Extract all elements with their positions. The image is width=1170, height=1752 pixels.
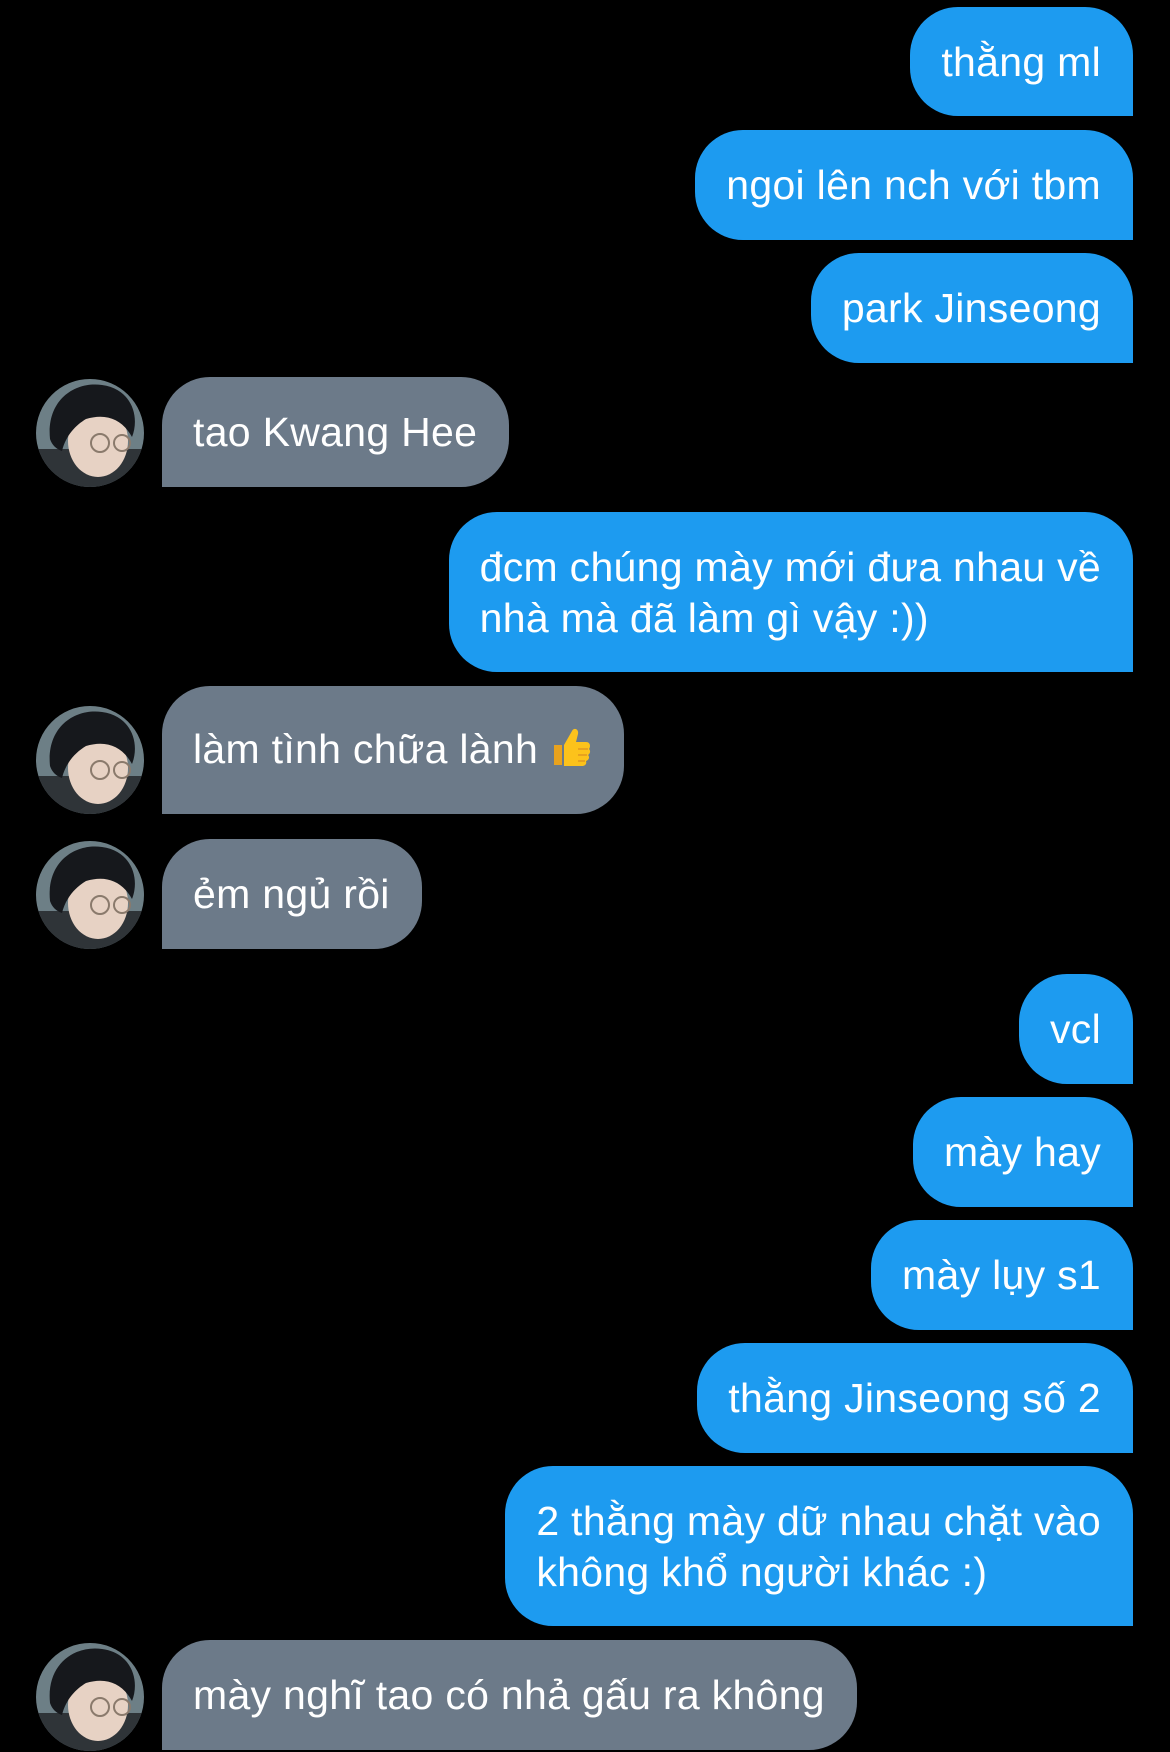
avatar-icon[interactable] <box>36 706 144 814</box>
sent-message-bubble[interactable]: mày lụy s1 <box>871 1220 1133 1330</box>
sent-message-bubble[interactable]: đcm chúng mày mới đưa nhau về nhà mà đã … <box>448 512 1133 672</box>
thumbs-up-icon <box>548 725 592 781</box>
avatar-image <box>36 1643 144 1751</box>
sent-message-bubble[interactable]: mày hay <box>912 1097 1133 1207</box>
sent-message-bubble[interactable]: ngoi lên nch với tbm <box>695 130 1133 240</box>
received-message-bubble[interactable]: mày nghĩ tao có nhả gấu ra không <box>162 1640 857 1750</box>
message-text: mày nghĩ tao có nhả gấu ra không <box>193 1672 825 1718</box>
sent-message-bubble[interactable]: vcl <box>1018 974 1133 1084</box>
sent-message-bubble[interactable]: park Jinseong <box>810 253 1133 363</box>
message-text: mày lụy s1 <box>902 1252 1101 1298</box>
received-message-bubble[interactable]: tao Kwang Hee <box>162 377 510 487</box>
message-text: thằng ml <box>941 39 1101 85</box>
message-text: vcl <box>1049 1006 1101 1052</box>
avatar-image <box>36 841 144 949</box>
sent-message-bubble[interactable]: thằng Jinseong số 2 <box>697 1343 1133 1453</box>
message-text: ngoi lên nch với tbm <box>726 162 1101 208</box>
message-text-line: nhà mà đã làm gì vậy :)) <box>479 595 929 641</box>
message-text: ẻm ngủ rồi <box>193 871 390 917</box>
sent-message-bubble[interactable]: thằng ml <box>910 7 1133 116</box>
avatar-icon[interactable] <box>36 1643 144 1751</box>
received-message-bubble[interactable]: ẻm ngủ rồi <box>162 839 422 949</box>
message-text-line: 2 thằng mày dữ nhau chặt vào <box>536 1498 1101 1544</box>
avatar-image <box>36 379 144 487</box>
message-text: thằng Jinseong số 2 <box>728 1375 1101 1421</box>
message-text: mày hay <box>943 1129 1101 1175</box>
message-text: park Jinseong <box>841 285 1101 331</box>
chat-thread: thằng ml ngoi lên nch với tbm park Jinse… <box>0 0 1170 1752</box>
avatar-icon[interactable] <box>36 841 144 949</box>
received-message-bubble[interactable]: làm tình chữa lành <box>162 686 625 814</box>
avatar-icon[interactable] <box>36 379 144 487</box>
sent-message-bubble[interactable]: 2 thằng mày dữ nhau chặt vào không khổ n… <box>505 1466 1133 1626</box>
message-text: làm tình chữa lành <box>193 726 539 772</box>
message-text-line: đcm chúng mày mới đưa nhau về <box>479 544 1101 590</box>
avatar-image <box>36 706 144 814</box>
message-text: tao Kwang Hee <box>193 409 478 455</box>
message-text-line: không khổ người khác :) <box>536 1549 988 1595</box>
